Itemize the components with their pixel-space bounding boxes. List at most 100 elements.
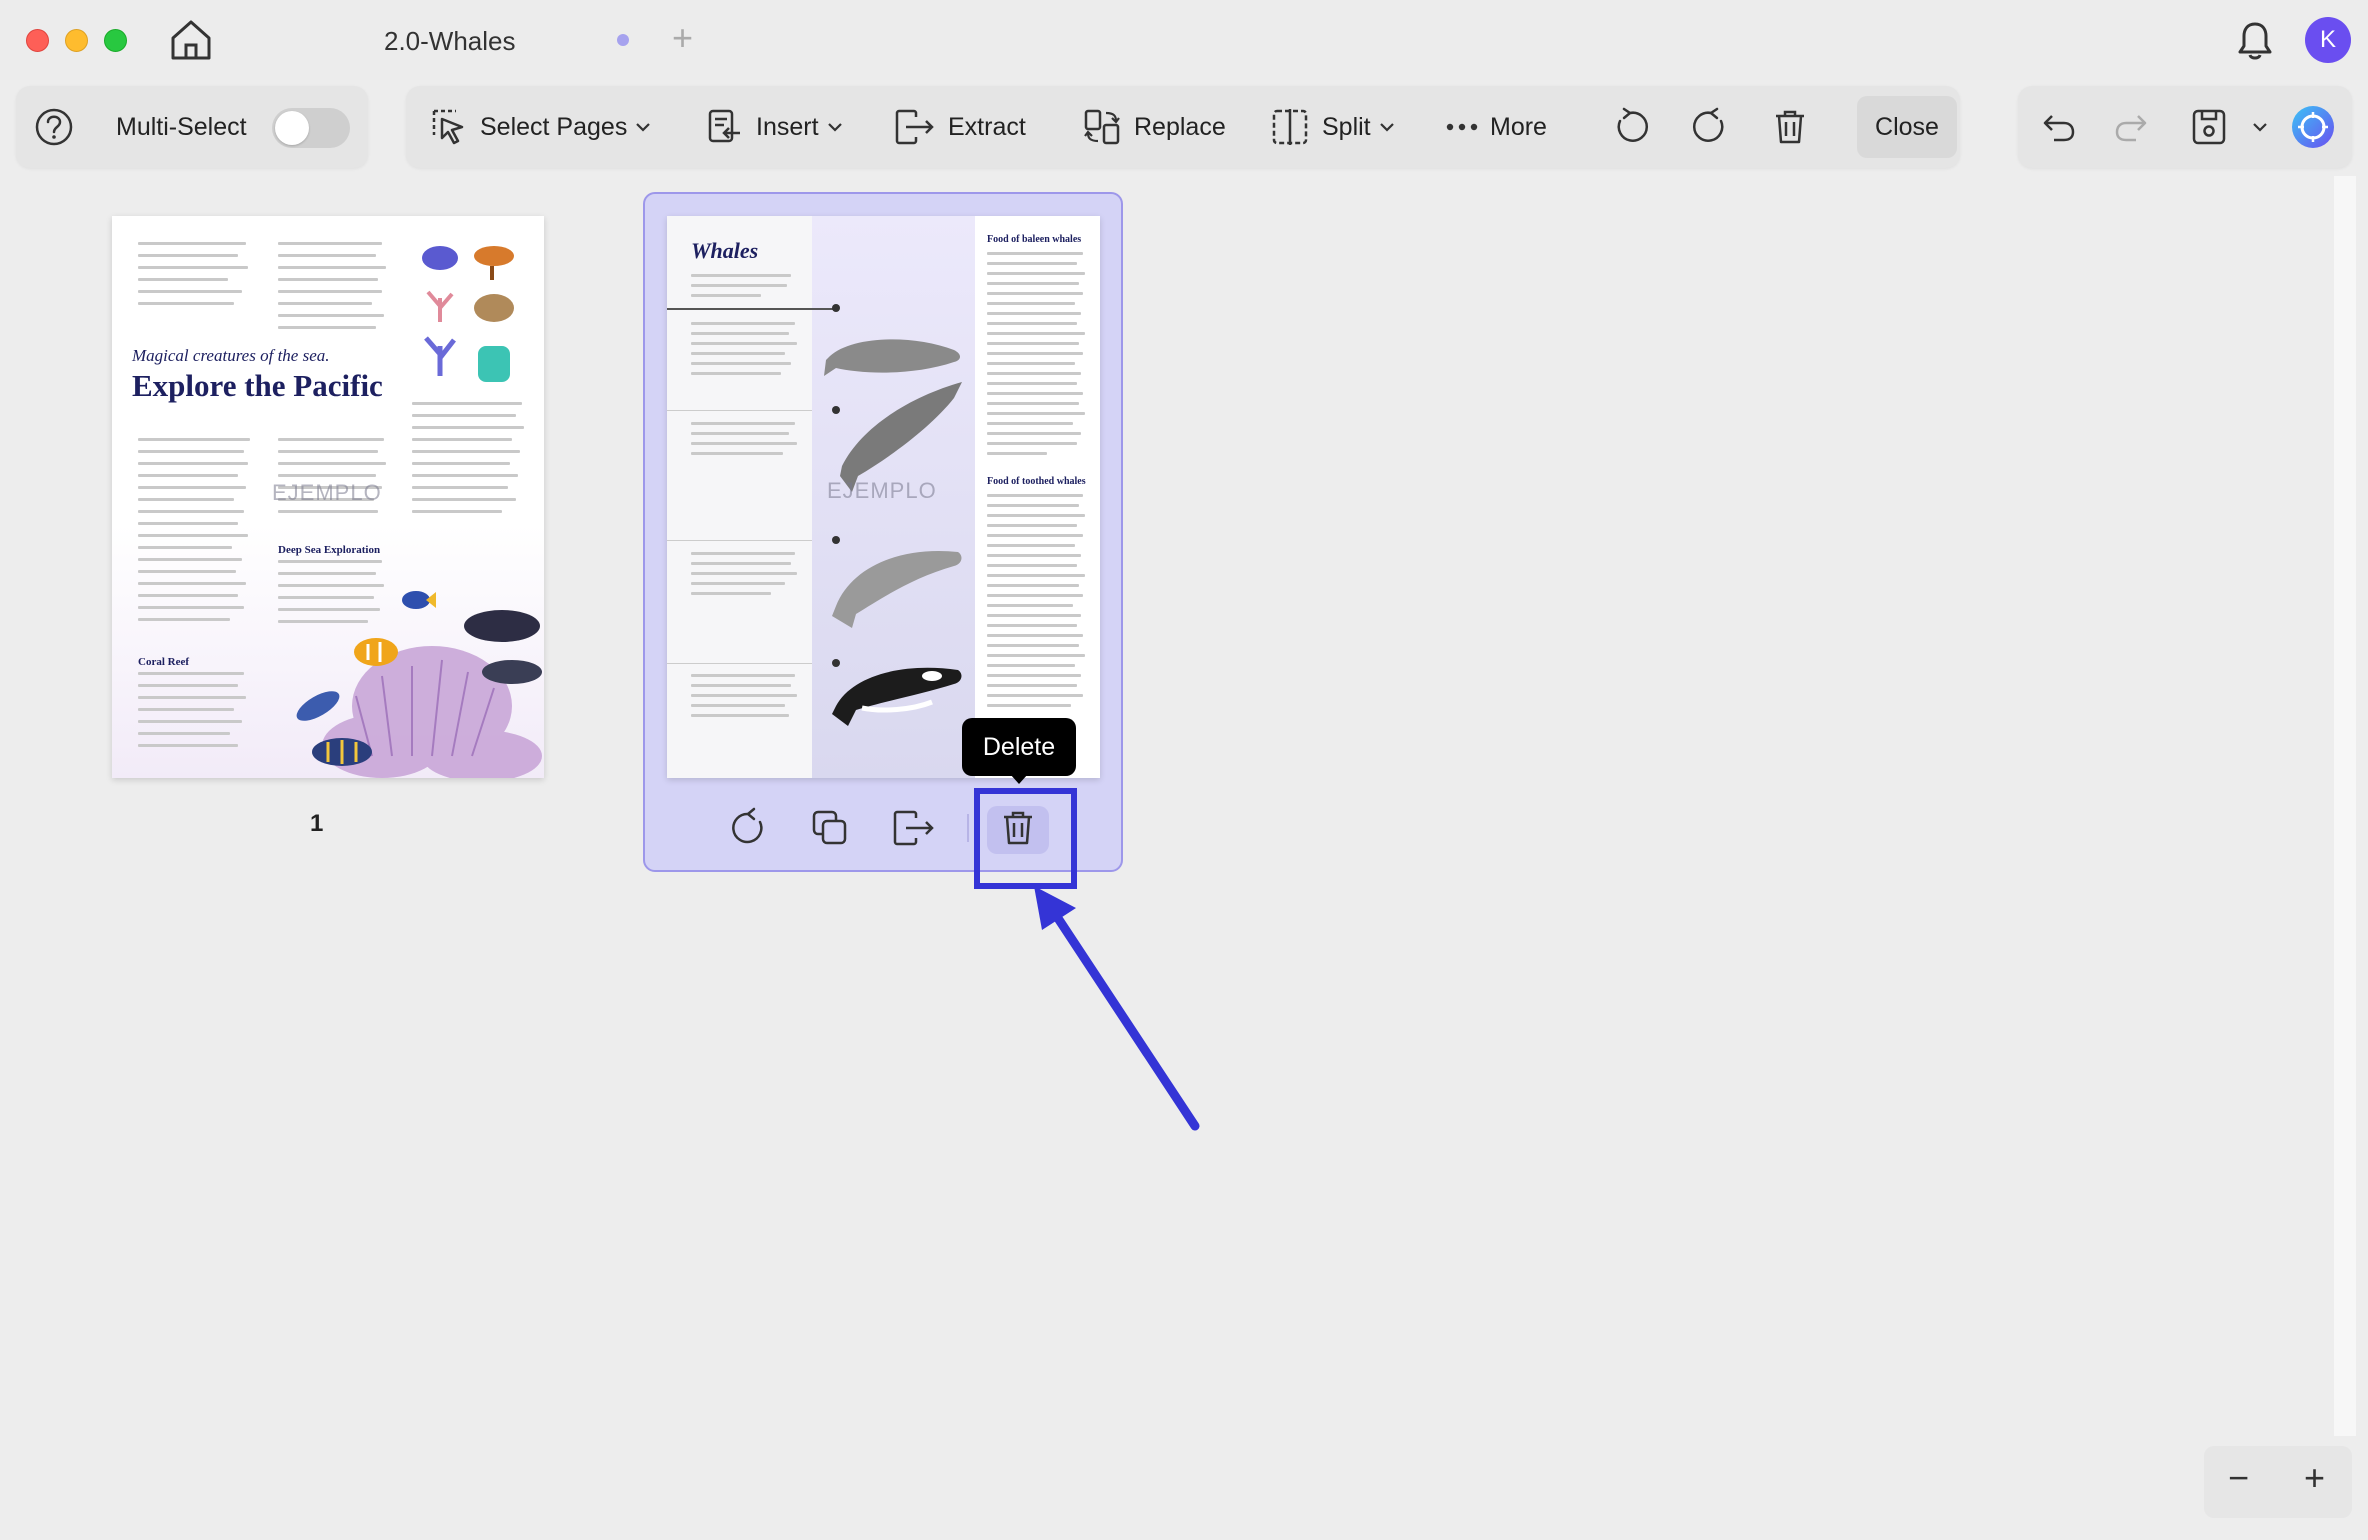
title-bar: 2.0-Whales + K	[0, 0, 2368, 80]
text-line	[138, 534, 248, 537]
page-1-italic-heading: Magical creatures of the sea.	[132, 346, 330, 365]
text-line	[691, 284, 787, 287]
delete-highlight-box	[974, 788, 1077, 889]
text-line	[691, 422, 795, 425]
text-line	[987, 362, 1075, 365]
trash-icon	[1776, 110, 1804, 144]
whale-illustrations	[824, 339, 962, 726]
text-line	[278, 438, 384, 441]
pointer-arrow-annotation	[1034, 886, 1200, 1131]
insert-button[interactable]: Insert	[704, 86, 843, 168]
delete-pages-button[interactable]	[1770, 86, 1810, 168]
extract-button[interactable]: Extract	[892, 86, 1026, 168]
text-line	[691, 274, 791, 277]
text-line	[278, 462, 386, 465]
text-line	[138, 450, 244, 453]
text-line	[138, 720, 242, 723]
rotate-page-icon[interactable]	[726, 806, 770, 850]
zoom-out-button[interactable]: −	[2228, 1460, 2249, 1496]
text-line	[987, 644, 1079, 647]
more-dots-icon	[1446, 123, 1478, 131]
text-line	[278, 450, 378, 453]
close-window-button[interactable]	[26, 29, 49, 52]
extract-page-icon[interactable]	[890, 806, 938, 850]
text-line	[987, 302, 1075, 305]
duplicate-page-icon[interactable]	[808, 806, 852, 850]
text-line	[987, 594, 1083, 597]
text-line	[138, 558, 242, 561]
split-button[interactable]: Split	[1270, 86, 1395, 168]
save-icon[interactable]	[2190, 107, 2228, 147]
text-line	[138, 570, 236, 573]
redo-icon[interactable]	[2112, 108, 2150, 146]
chevron-down-icon[interactable]	[2252, 121, 2268, 133]
text-line	[138, 278, 228, 281]
split-label: Split	[1322, 112, 1371, 141]
text-line	[138, 594, 238, 597]
text-line	[412, 474, 518, 477]
text-line	[412, 486, 508, 489]
rotate-right-button[interactable]	[1691, 86, 1731, 168]
vertical-scrollbar[interactable]	[2334, 176, 2356, 1436]
page-tools-toolbar: Select Pages Insert Extract Replace Spli…	[406, 86, 1960, 168]
close-organize-button[interactable]: Close	[1857, 96, 1957, 158]
text-line	[138, 462, 248, 465]
help-icon[interactable]	[34, 107, 74, 147]
select-pages-button[interactable]: Select Pages	[428, 86, 651, 168]
text-line	[138, 522, 238, 525]
whale-1	[824, 339, 960, 376]
page-2-section-baleen: Food of baleen whales	[987, 234, 1082, 245]
new-tab-button[interactable]: +	[672, 20, 693, 56]
text-line	[138, 438, 250, 441]
undo-icon[interactable]	[2040, 108, 2078, 146]
text-line	[138, 266, 248, 269]
text-line	[412, 498, 516, 501]
text-line	[691, 552, 795, 555]
text-line	[278, 242, 382, 245]
zoom-in-button[interactable]: +	[2304, 1460, 2325, 1496]
toggle-knob	[275, 111, 309, 145]
document-tab-title[interactable]: 2.0-Whales	[384, 26, 516, 57]
text-line	[987, 584, 1079, 587]
text-line	[691, 714, 789, 717]
text-line	[278, 302, 372, 305]
text-line	[987, 402, 1079, 405]
page-thumbnail-2[interactable]: Whales EJEMPLO Food of baleen whales Foo…	[667, 216, 1100, 778]
text-line	[987, 372, 1081, 375]
text-line	[987, 614, 1081, 617]
watermark-text: EJEMPLO	[272, 480, 382, 505]
chevron-down-icon	[636, 123, 651, 132]
text-line	[987, 272, 1085, 275]
ai-assistant-icon[interactable]	[2290, 104, 2336, 150]
rotate-left-icon	[1617, 107, 1649, 142]
zoom-window-button[interactable]	[104, 29, 127, 52]
text-line	[278, 266, 386, 269]
minimize-window-button[interactable]	[65, 29, 88, 52]
page-1-subheading-coral-reef: Coral Reef	[138, 656, 190, 668]
timeline-dot	[832, 304, 840, 312]
text-line	[987, 654, 1085, 657]
text-line	[138, 254, 238, 257]
notification-bell-icon[interactable]	[2236, 20, 2274, 62]
multi-select-toggle[interactable]	[272, 108, 350, 148]
text-line	[691, 694, 797, 697]
text-line	[987, 494, 1083, 497]
text-line	[987, 432, 1081, 435]
user-avatar[interactable]: K	[2305, 17, 2351, 63]
text-line	[987, 514, 1085, 517]
text-line	[987, 422, 1073, 425]
text-line	[987, 504, 1079, 507]
rotate-left-button[interactable]	[1610, 86, 1650, 168]
text-line	[412, 450, 520, 453]
more-label: More	[1490, 112, 1547, 141]
zoom-controls: − +	[2204, 1446, 2352, 1518]
text-line	[691, 294, 761, 297]
text-line	[138, 708, 234, 711]
page-thumbnail-1[interactable]: Magical creatures of the sea. Explore th…	[112, 216, 544, 778]
replace-button[interactable]: Replace	[1082, 86, 1226, 168]
more-button[interactable]: More	[1446, 86, 1547, 168]
text-line	[987, 674, 1081, 677]
home-icon[interactable]	[168, 18, 214, 62]
text-line	[987, 342, 1079, 345]
text-line	[278, 510, 378, 513]
